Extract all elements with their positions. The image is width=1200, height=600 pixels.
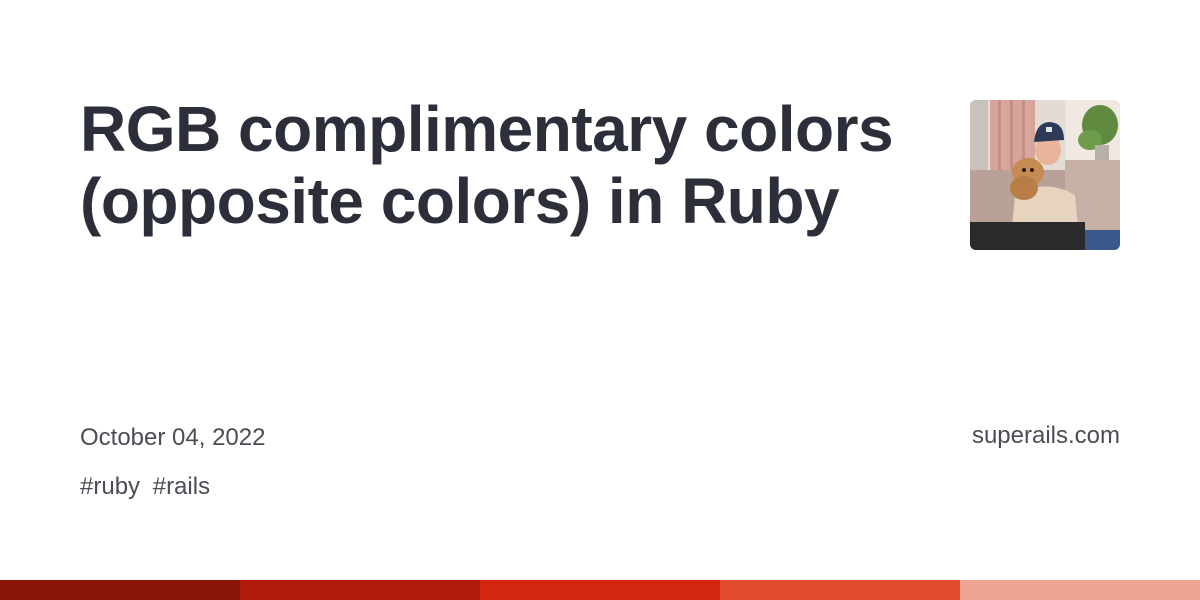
publish-date: October 04, 2022 (80, 424, 266, 451)
tag-rails[interactable]: #rails (153, 473, 210, 500)
site-domain[interactable]: superails.com (972, 422, 1120, 450)
tag-list: #ruby #rails (80, 473, 216, 501)
stripe-segment (720, 580, 960, 600)
social-card: RGB complimentary colors (opposite color… (0, 0, 1200, 600)
stripe-segment (0, 580, 240, 600)
author-avatar (970, 100, 1120, 250)
tag-ruby[interactable]: #ruby (80, 473, 140, 500)
author-photo-icon (970, 100, 1120, 250)
stripe-segment (480, 580, 720, 600)
page-title: RGB complimentary colors (opposite color… (80, 93, 894, 237)
stripe-segment (240, 580, 480, 600)
color-stripe (0, 580, 1200, 600)
stripe-segment (960, 580, 1200, 600)
